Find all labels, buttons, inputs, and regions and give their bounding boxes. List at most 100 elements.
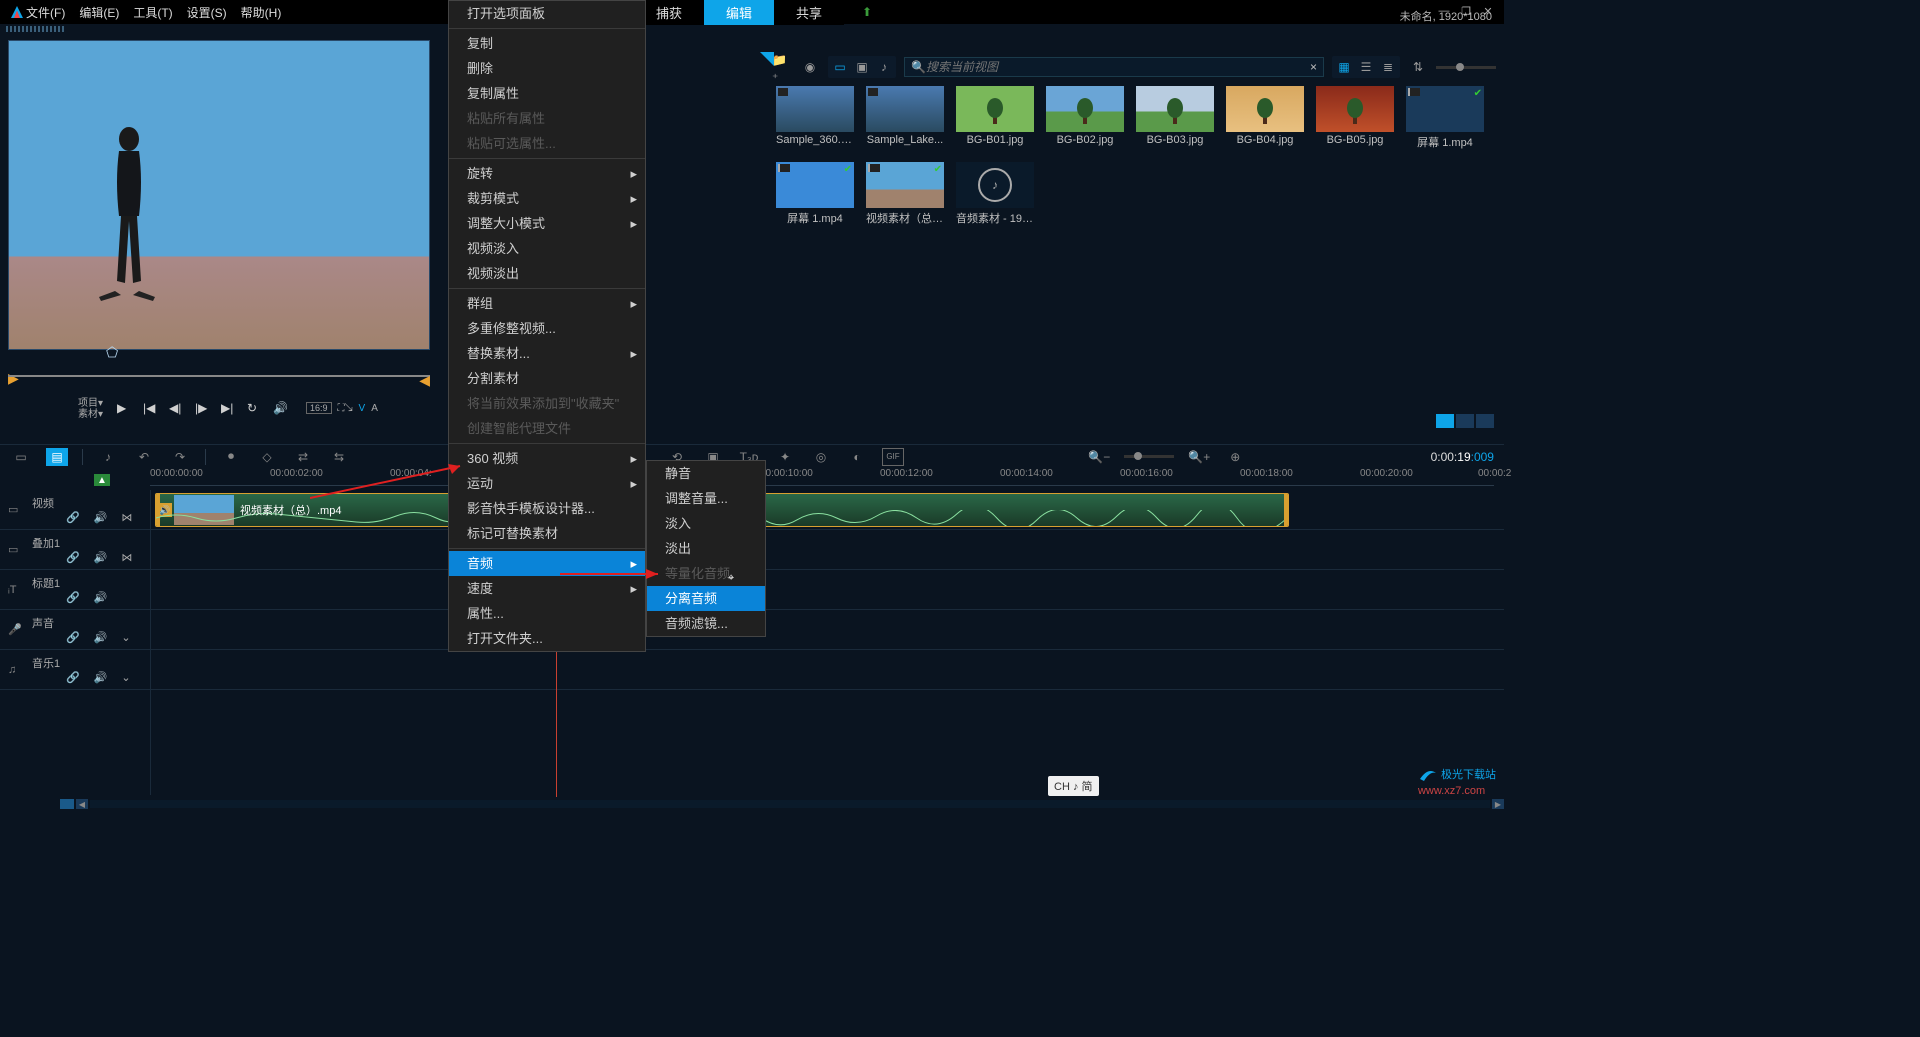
- go-end-button[interactable]: ▶|: [221, 401, 237, 417]
- mark-in-icon[interactable]: ▶: [8, 370, 19, 387]
- preview-monitor[interactable]: [8, 40, 430, 350]
- scroll-left[interactable]: ◀: [76, 799, 88, 809]
- zoom-out-button[interactable]: 🔍−: [1088, 448, 1110, 466]
- media-thumb[interactable]: ✔屏幕 1.mp4: [1406, 86, 1484, 150]
- zoom-dec[interactable]: [60, 799, 74, 809]
- track-header-music[interactable]: ♫ 音乐1 🔗🔊⌄: [0, 650, 150, 690]
- ctx-copy-attr[interactable]: 复制属性: [449, 81, 645, 106]
- media-thumb[interactable]: BG-B05.jpg: [1316, 86, 1394, 150]
- media-thumb[interactable]: Sample_Lake...: [866, 86, 944, 150]
- marker-icon[interactable]: ⬠: [106, 344, 118, 361]
- link-icon[interactable]: 🔗: [66, 591, 80, 604]
- link-icon[interactable]: 🔗: [66, 631, 80, 644]
- ctx-multitrim[interactable]: 多重修整视频...: [449, 316, 645, 341]
- view-detail-icon[interactable]: ≣: [1378, 58, 1398, 76]
- menu-tool[interactable]: 工具(T): [133, 4, 172, 21]
- add-media-button[interactable]: 📁₊: [772, 58, 792, 76]
- track-header-overlay[interactable]: ▭ 叠加1 🔗🔊⋈: [0, 530, 150, 570]
- redo-button[interactable]: ↷: [169, 448, 191, 466]
- ctx-open-options[interactable]: 打开选项面板: [449, 1, 645, 26]
- track-row-overlay[interactable]: [151, 530, 1504, 570]
- loop-button[interactable]: ↻: [247, 401, 263, 417]
- ctx-group[interactable]: 群组▸: [449, 291, 645, 316]
- media-thumb[interactable]: BG-B04.jpg: [1226, 86, 1304, 150]
- timeline-tracks[interactable]: 🔊 视频素材（总）.mp4: [150, 490, 1504, 795]
- record-button[interactable]: ⏺: [220, 448, 242, 466]
- mute-icon[interactable]: 🔊: [94, 591, 108, 604]
- mute-icon[interactable]: 🔊: [94, 631, 108, 644]
- ctx-audio[interactable]: 音频▸: [449, 551, 645, 576]
- volume-button[interactable]: 🔊: [273, 401, 289, 417]
- source-toggle[interactable]: 项目▾素材▾: [78, 398, 103, 420]
- media-thumb[interactable]: BG-B02.jpg: [1046, 86, 1124, 150]
- ctx-template[interactable]: 影音快手模板设计器...: [449, 496, 645, 521]
- timecode[interactable]: 0:00:19:009: [1431, 450, 1494, 464]
- panel-mode-2[interactable]: [1456, 414, 1474, 428]
- filter-all-icon[interactable]: ▭: [830, 58, 850, 76]
- mode-share[interactable]: 共享: [774, 0, 844, 25]
- ctx-fadein-v[interactable]: 视频淡入: [449, 236, 645, 261]
- ctx-resize[interactable]: 调整大小模式▸: [449, 211, 645, 236]
- play-button[interactable]: ▶: [117, 401, 133, 417]
- drag-grip[interactable]: [6, 26, 66, 32]
- ctx-open-folder[interactable]: 打开文件夹...: [449, 626, 645, 651]
- scroll-right[interactable]: ▶: [1492, 799, 1504, 809]
- ctx-split[interactable]: 分割素材: [449, 366, 645, 391]
- thumb-size-slider[interactable]: [1436, 66, 1496, 69]
- expand-icon[interactable]: ⌄: [121, 671, 130, 684]
- timeline-ruler[interactable]: 00:00:00:0000:00:02:0000:00:04:00:00:10:…: [150, 468, 1494, 486]
- motion-track-button[interactable]: ◎: [810, 448, 832, 466]
- collapse-icon[interactable]: ⋈: [121, 551, 132, 564]
- expand-icon[interactable]: ⌄: [121, 631, 130, 644]
- link-icon[interactable]: 🔗: [66, 671, 80, 684]
- media-thumb[interactable]: Sample_360.m...: [776, 86, 854, 150]
- view-list-icon[interactable]: ☰: [1356, 58, 1376, 76]
- ctx-copy[interactable]: 复制: [449, 31, 645, 56]
- menu-edit[interactable]: 编辑(E): [79, 4, 119, 21]
- link-icon[interactable]: 🔗: [66, 511, 80, 524]
- aspect-ratio[interactable]: 16:9: [306, 402, 332, 414]
- ctx-props[interactable]: 属性...: [449, 601, 645, 626]
- media-thumb[interactable]: ♪音频素材 - 196...: [956, 162, 1034, 226]
- ctx-rotate[interactable]: 旋转▸: [449, 161, 645, 186]
- ctx-mark-replace[interactable]: 标记可替换素材: [449, 521, 645, 546]
- sub-mute[interactable]: 静音: [647, 461, 765, 486]
- mute-icon[interactable]: 🔊: [94, 671, 108, 684]
- track-header-video[interactable]: ▭ 视频 🔗🔊⋈: [0, 490, 150, 530]
- gif-button[interactable]: GIF: [882, 448, 904, 466]
- next-frame-button[interactable]: |▶: [195, 401, 211, 417]
- media-thumb[interactable]: ✔屏幕 1.mp4: [776, 162, 854, 226]
- track-row-video[interactable]: 🔊 视频素材（总）.mp4: [151, 490, 1504, 530]
- scroll-button[interactable]: ⇆: [328, 448, 350, 466]
- zoom-slider[interactable]: [1124, 455, 1174, 458]
- scrollbar-track[interactable]: [90, 800, 1490, 808]
- fit-button[interactable]: ⊕: [1224, 448, 1246, 466]
- marker-button[interactable]: ◇: [256, 448, 278, 466]
- mark-out-icon[interactable]: ◀: [419, 372, 430, 389]
- sub-audio-filter[interactable]: 音频滤镜...: [647, 611, 765, 636]
- sub-fade-in[interactable]: 淡入: [647, 511, 765, 536]
- mute-icon[interactable]: 🔊: [94, 511, 108, 524]
- clear-search-button[interactable]: ×: [1310, 60, 1317, 74]
- menu-setting[interactable]: 设置(S): [187, 4, 227, 21]
- collapse-icon[interactable]: ⋈: [121, 511, 132, 524]
- capture-button[interactable]: ◉: [800, 58, 820, 76]
- track-row-voice[interactable]: [151, 610, 1504, 650]
- timeline-mode-icon[interactable]: ▤: [46, 448, 68, 466]
- sub-adj-vol[interactable]: 调整音量...: [647, 486, 765, 511]
- track-row-title[interactable]: [151, 570, 1504, 610]
- track-header-title[interactable]: ᵢT 标题1 🔗🔊x: [0, 570, 150, 610]
- panel-mode-3[interactable]: [1476, 414, 1494, 428]
- mute-icon[interactable]: 🔊: [94, 551, 108, 564]
- media-thumb[interactable]: ✔视频素材（总）...: [866, 162, 944, 226]
- ctx-fadeout-v[interactable]: 视频淡出: [449, 261, 645, 286]
- view-thumb-icon[interactable]: ▦: [1334, 58, 1354, 76]
- paint-button[interactable]: ✦: [774, 448, 796, 466]
- prev-frame-button[interactable]: ◀|: [169, 401, 185, 417]
- ctx-360[interactable]: 360 视频▸: [449, 446, 645, 471]
- ctx-delete[interactable]: 删除: [449, 56, 645, 81]
- panel-mode-1[interactable]: [1436, 414, 1454, 428]
- ctx-crop[interactable]: 裁剪模式▸: [449, 186, 645, 211]
- media-thumb[interactable]: BG-B03.jpg: [1136, 86, 1214, 150]
- ctx-speed[interactable]: 速度▸: [449, 576, 645, 601]
